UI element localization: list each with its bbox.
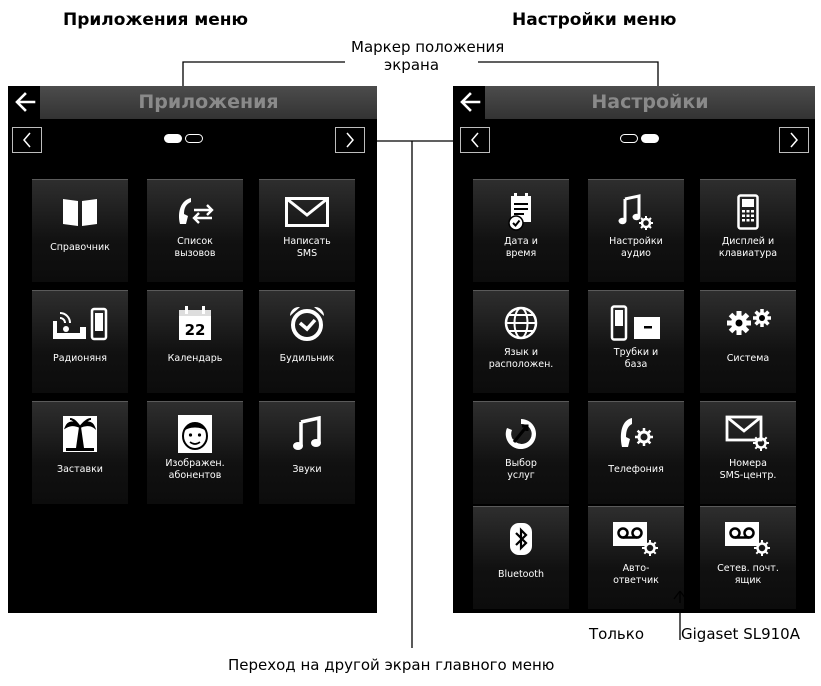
page-indicator — [164, 134, 203, 146]
page-dot — [620, 134, 638, 143]
callout-position-marker-line1: Маркер положения — [351, 38, 505, 56]
settings-tile-language-location[interactable]: Язык и расположен. — [473, 290, 569, 393]
tile-label: Календарь — [167, 353, 223, 364]
app-tile-sounds[interactable]: Звуки — [259, 401, 355, 504]
callout-position-marker-line2: экрана — [384, 56, 440, 74]
callout-screen-transition: Переход на другой экран главного меню — [228, 656, 555, 674]
tile-label: Дата и время — [504, 236, 538, 259]
tile-label: Система — [726, 353, 770, 364]
book-icon — [63, 199, 97, 226]
applications-screen: Приложения Справочник Список вызовов Напи… — [8, 86, 377, 613]
tile-label: Язык и расположен. — [488, 347, 554, 370]
tile-label: Звуки — [292, 464, 322, 475]
back-arrow-icon[interactable] — [12, 88, 38, 116]
calendar-icon: 22 — [179, 306, 211, 340]
audio-settings-icon — [618, 194, 653, 230]
tile-label: Трубки и база — [613, 347, 659, 370]
baby-monitor-icon — [53, 307, 108, 341]
app-tile-alarm-clock[interactable]: Будильник — [259, 290, 355, 393]
settings-tile-answering-machine[interactable]: Авто-ответчик — [588, 506, 684, 609]
tile-label: Сетев. почт. ящик — [717, 563, 779, 586]
tile-label: Настройки аудио — [609, 236, 663, 259]
title-bar: Приложения — [8, 86, 377, 119]
prev-page-button[interactable] — [12, 127, 42, 153]
tile-label: Написать SMS — [283, 236, 331, 259]
svg-text:22: 22 — [185, 321, 206, 339]
bluetooth-icon — [510, 523, 532, 555]
sms-center-icon — [725, 415, 769, 451]
page-indicator — [620, 134, 659, 146]
tile-label: Номера SMS-центр. — [719, 458, 777, 481]
app-tile-write-sms[interactable]: Написать SMS — [259, 179, 355, 282]
settings-tile-select-services[interactable]: Выбор услуг — [473, 401, 569, 504]
prev-page-button[interactable] — [460, 127, 490, 153]
telephony-icon — [620, 418, 653, 447]
tile-label: Список вызовов — [174, 236, 216, 259]
alarm-clock-icon — [289, 306, 325, 341]
tile-label: Авто-ответчик — [613, 563, 659, 586]
chevron-right-icon — [346, 132, 354, 148]
call-list-icon — [179, 198, 214, 224]
date-time-icon — [508, 193, 531, 231]
app-tile-caller-pictures[interactable]: Изображен. абонентов — [147, 401, 243, 504]
callout-model: Gigaset SL910A — [681, 625, 800, 643]
voicemail-icon — [725, 522, 770, 556]
settings-screen: Настройки Дата и время Настройки аудио Дис… — [453, 86, 815, 613]
app-tile-baby-monitor[interactable]: Радионяня — [32, 290, 128, 393]
app-tile-directory[interactable]: Справочник — [32, 179, 128, 282]
handset-display-icon — [737, 194, 759, 230]
chevron-left-icon — [471, 132, 479, 148]
palm-tree-icon — [63, 416, 97, 452]
app-tile-calendar[interactable]: 22 Календарь — [147, 290, 243, 393]
tile-label: Дисплей и клавиатура — [718, 236, 778, 259]
answering-machine-icon — [613, 522, 658, 556]
title-bar: Настройки — [453, 86, 815, 119]
settings-tile-sms-center[interactable]: Номера SMS-центр. — [700, 401, 796, 504]
tile-label: Изображен. абонентов — [165, 458, 225, 481]
next-page-button[interactable] — [779, 127, 809, 153]
heading-settings-menu: Настройки меню — [512, 10, 677, 30]
handset-base-icon — [610, 305, 660, 341]
screen-title: Приложения — [138, 91, 279, 113]
page-dot — [185, 134, 203, 143]
gears-icon — [727, 309, 771, 335]
face-icon — [178, 415, 212, 453]
settings-tile-audio[interactable]: Настройки аудио — [588, 179, 684, 282]
tile-label: Заставки — [56, 464, 103, 475]
page-dot-active — [164, 134, 182, 143]
heading-applications-menu: Приложения меню — [63, 10, 249, 30]
tile-label: Радионяня — [53, 353, 107, 364]
app-tile-call-list[interactable]: Список вызовов — [147, 179, 243, 282]
app-tile-screensavers[interactable]: Заставки — [32, 401, 128, 504]
settings-tile-system[interactable]: Система — [700, 290, 796, 393]
music-note-icon — [293, 416, 321, 450]
settings-tile-telephony[interactable]: Телефония — [588, 401, 684, 504]
settings-tile-bluetooth[interactable]: Bluetooth — [473, 506, 569, 609]
tile-label: Bluetooth — [497, 569, 545, 580]
envelope-icon — [285, 197, 329, 227]
tile-label: Выбор услуг — [505, 458, 537, 481]
settings-tile-date-time[interactable]: Дата и время — [473, 179, 569, 282]
service-select-icon — [505, 419, 536, 450]
tile-label: Телефония — [608, 464, 664, 475]
screen-title: Настройки — [591, 91, 709, 113]
tile-label: Будильник — [279, 353, 335, 364]
settings-tile-voicemail[interactable]: Сетев. почт. ящик — [700, 506, 796, 609]
globe-icon — [504, 306, 538, 340]
chevron-left-icon — [23, 132, 31, 148]
tile-label: Справочник — [50, 242, 110, 253]
settings-tile-handsets-base[interactable]: Трубки и база — [588, 290, 684, 393]
back-arrow-icon[interactable] — [457, 88, 483, 116]
chevron-right-icon — [790, 132, 798, 148]
callout-only: Только — [589, 625, 645, 643]
settings-tile-display-keyboard[interactable]: Дисплей и клавиатура — [700, 179, 796, 282]
callout-arrowhead — [673, 590, 687, 603]
next-page-button[interactable] — [335, 127, 365, 153]
page-dot-active — [641, 134, 659, 143]
callout-position-marker: Маркер положения экрана — [351, 38, 504, 74]
